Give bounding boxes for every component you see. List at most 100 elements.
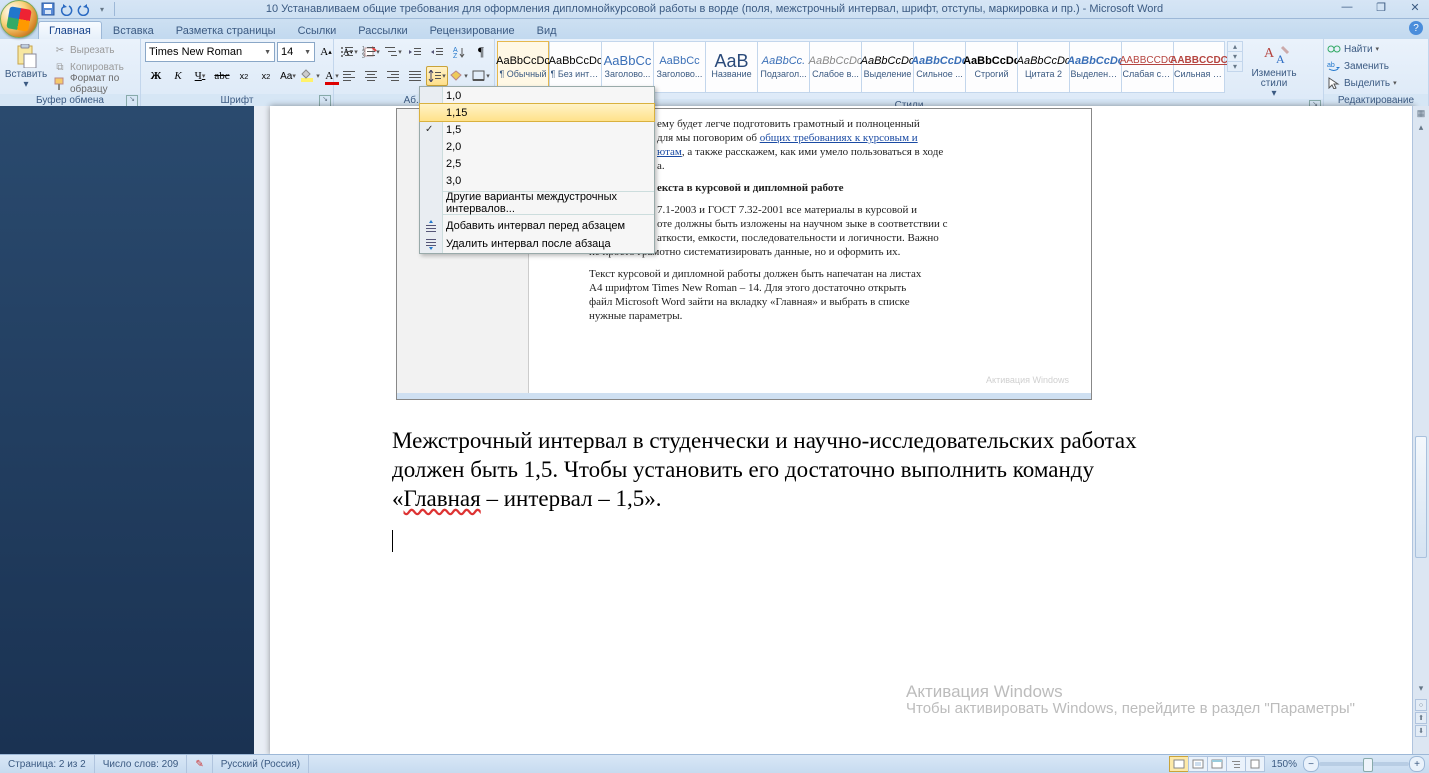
ls-remove-space-after[interactable]: Удалить интервал после абзаца	[420, 235, 654, 253]
redo-icon[interactable]	[76, 1, 92, 17]
change-case-button[interactable]: Aa▾	[277, 66, 299, 86]
justify-button[interactable]	[404, 66, 426, 86]
more-icon[interactable]: ▾	[1228, 62, 1242, 71]
status-language[interactable]: Русский (Россия)	[213, 755, 309, 773]
format-painter-button[interactable]: Формат по образцу	[50, 76, 136, 92]
tab-mailings[interactable]: Рассылки	[347, 21, 418, 39]
italic-button[interactable]: К	[167, 66, 189, 86]
office-button[interactable]	[0, 0, 38, 38]
tab-home[interactable]: Главная	[38, 21, 102, 39]
remove-space-after-icon	[423, 237, 439, 251]
zoom-slider-knob[interactable]	[1363, 758, 1373, 772]
font-name-combo[interactable]: Times New Roman▼	[145, 42, 275, 62]
undo-icon[interactable]	[58, 1, 74, 17]
style-strong[interactable]: AaBbCcDcСтрогий	[965, 41, 1017, 93]
chevron-down-icon[interactable]: ▾	[1228, 52, 1242, 62]
superscript-button[interactable]: x2	[255, 66, 277, 86]
increase-indent-button[interactable]	[426, 42, 448, 62]
scrollbar-thumb[interactable]	[1415, 436, 1427, 558]
vertical-scrollbar[interactable]: ▦ ▴ ○ ⬆ ⬇ ▾	[1412, 106, 1429, 755]
scroll-up-icon[interactable]: ▴	[1413, 120, 1429, 134]
chevron-up-icon[interactable]: ▴	[1228, 42, 1242, 52]
style-subtle-ref[interactable]: AABBCCDCСлабая сс...	[1121, 41, 1173, 93]
status-proofing[interactable]: ✎	[187, 755, 212, 773]
minimize-button[interactable]: —	[1337, 0, 1357, 14]
select-button[interactable]: Выделить ▾	[1327, 75, 1397, 91]
align-left-button[interactable]	[338, 66, 360, 86]
ls-option-1.0[interactable]: 1,0	[420, 87, 654, 104]
quick-access-toolbar: ▾	[40, 1, 117, 17]
find-button[interactable]: Найти ▾	[1327, 41, 1397, 57]
subscript-button[interactable]: x2	[233, 66, 255, 86]
style-quote[interactable]: AaBbCcDcЦитата 2	[1017, 41, 1069, 93]
ls-option-1.15[interactable]: 1,15	[420, 104, 654, 121]
ls-option-1.5[interactable]: ✓1,5	[420, 121, 654, 138]
highlight-button[interactable]: ▾	[299, 66, 321, 86]
maximize-button[interactable]: ❐	[1371, 0, 1391, 14]
tab-review[interactable]: Рецензирование	[419, 21, 526, 39]
ls-option-2.5[interactable]: 2,5	[420, 155, 654, 172]
group-clipboard: Вставить▾ ✂Вырезать ⧉Копировать Формат п…	[0, 39, 141, 107]
cut-button[interactable]: ✂Вырезать	[50, 42, 136, 58]
scissors-icon: ✂	[53, 43, 67, 57]
ls-option-2.0[interactable]: 2,0	[420, 138, 654, 155]
document-body-text[interactable]: Межстрочный интервал в студенчески и нау…	[392, 426, 1355, 513]
style-intense-quote[interactable]: AaBbCcDcВыделенн...	[1069, 41, 1121, 93]
vertical-ruler[interactable]	[254, 106, 271, 755]
multilevel-button[interactable]: ▾	[382, 42, 404, 62]
underline-button[interactable]: Ч▾	[189, 66, 211, 86]
show-marks-button[interactable]: ¶	[470, 42, 492, 62]
strike-button[interactable]: abc	[211, 66, 233, 86]
view-outline[interactable]	[1226, 756, 1246, 772]
view-full-screen[interactable]	[1188, 756, 1208, 772]
sort-button[interactable]: AZ	[448, 42, 470, 62]
numbering-button[interactable]: 123▾	[360, 42, 382, 62]
window-title: 10 Устанавливаем общие требования для оф…	[0, 3, 1429, 15]
bold-button[interactable]: Ж	[145, 66, 167, 86]
close-button[interactable]: ✕	[1405, 0, 1425, 14]
replace-button[interactable]: abЗаменить	[1327, 58, 1397, 74]
ls-more-options[interactable]: Другие варианты междустрочных интервалов…	[420, 194, 654, 212]
qat-customize-icon[interactable]: ▾	[94, 1, 110, 17]
style-subtitle[interactable]: AaBbCc.Подзагол...	[757, 41, 809, 93]
style-emphasis[interactable]: AaBbCcDcВыделение	[861, 41, 913, 93]
ls-add-space-before[interactable]: Добавить интервал перед абзацем	[420, 217, 654, 235]
tab-references[interactable]: Ссылки	[287, 21, 348, 39]
style-subtle-emphasis[interactable]: AaBbCcDcСлабое в...	[809, 41, 861, 93]
zoom-level[interactable]: 150%	[1271, 759, 1297, 770]
line-spacing-button[interactable]: ▾	[426, 66, 448, 86]
style-intense-ref[interactable]: AABBCCDCСильная с...	[1173, 41, 1225, 93]
gallery-more[interactable]: ▴▾▾	[1227, 41, 1243, 72]
style-title[interactable]: AaBНазвание	[705, 41, 757, 93]
style-intense-emphasis[interactable]: AaBbCcDcСильное ...	[913, 41, 965, 93]
ruler-toggle-icon[interactable]: ▦	[1413, 106, 1429, 120]
save-icon[interactable]	[40, 1, 56, 17]
view-draft[interactable]	[1245, 756, 1265, 772]
decrease-indent-button[interactable]	[404, 42, 426, 62]
zoom-out-button[interactable]: −	[1303, 756, 1319, 772]
align-center-button[interactable]	[360, 66, 382, 86]
ls-option-3.0[interactable]: 3,0	[420, 172, 654, 189]
view-print-layout[interactable]	[1169, 756, 1189, 772]
change-styles-button[interactable]: AA Изменить стили▾	[1245, 41, 1303, 99]
font-size-combo[interactable]: 14▼	[277, 42, 315, 62]
status-word-count[interactable]: Число слов: 209	[95, 755, 188, 773]
align-right-button[interactable]	[382, 66, 404, 86]
bullets-button[interactable]: ▾	[338, 42, 360, 62]
status-page[interactable]: Страница: 2 из 2	[0, 755, 95, 773]
view-web-layout[interactable]	[1207, 756, 1227, 772]
next-page-icon[interactable]: ⬇	[1415, 725, 1427, 737]
zoom-slider[interactable]	[1319, 762, 1409, 766]
zoom-in-button[interactable]: +	[1409, 756, 1425, 772]
prev-page-icon[interactable]: ⬆	[1415, 712, 1427, 724]
style-heading2[interactable]: AaBbCcЗаголово...	[653, 41, 705, 93]
help-button[interactable]: ?	[1409, 21, 1423, 35]
paste-button[interactable]: Вставить▾	[4, 42, 48, 90]
tab-insert[interactable]: Вставка	[102, 21, 165, 39]
scroll-down-icon[interactable]: ▾	[1413, 681, 1429, 695]
tab-view[interactable]: Вид	[526, 21, 568, 39]
browse-object-icon[interactable]: ○	[1415, 699, 1427, 711]
borders-button[interactable]: ▾	[470, 66, 492, 86]
shading-button[interactable]: ▾	[448, 66, 470, 86]
tab-page-layout[interactable]: Разметка страницы	[165, 21, 287, 39]
